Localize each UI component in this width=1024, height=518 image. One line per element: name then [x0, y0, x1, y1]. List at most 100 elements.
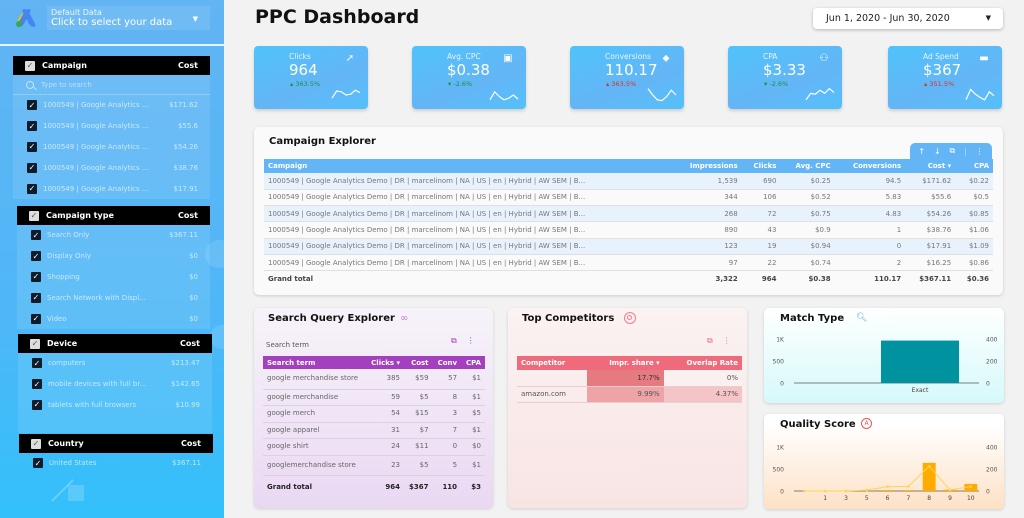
- table-cell: 3: [432, 405, 462, 423]
- table-row[interactable]: google merch 54 $15 3 $5: [263, 405, 485, 423]
- line-point[interactable]: [823, 489, 827, 493]
- select-all-checkbox[interactable]: ✓: [29, 210, 39, 221]
- checkbox-checked[interactable]: ✓: [32, 358, 42, 369]
- column-header[interactable]: Competitor: [517, 356, 587, 370]
- checkbox-checked[interactable]: ✓: [31, 271, 41, 282]
- line-point[interactable]: [886, 485, 889, 488]
- table-row[interactable]: 1000549 | Google Analytics Demo | DR | m…: [264, 221, 993, 239]
- date-range-picker[interactable]: Jun 1, 2020 - Jun 30, 2020 ▼: [813, 8, 1003, 29]
- table-row[interactable]: google apparel 31 $7 7 $1: [263, 422, 485, 439]
- table-cell: 31: [365, 422, 405, 439]
- bar[interactable]: [901, 490, 915, 491]
- kpi-delta-value: 363.5%: [295, 80, 321, 88]
- y-tick-right: 400: [986, 445, 998, 452]
- checkbox-checked[interactable]: ✓: [27, 141, 37, 152]
- table-row[interactable]: 1000549 | Google Analytics Demo | DR | m…: [264, 189, 993, 207]
- line-point[interactable]: [907, 485, 910, 488]
- table-row[interactable]: google merchandise 59 $5 8 $1: [263, 389, 485, 406]
- table-row[interactable]: google merchandise store 385 $59 57 $1: [263, 369, 485, 390]
- sort-ascending-icon[interactable]: ↑: [918, 147, 925, 156]
- filter-option[interactable]: ✓ 1000549 | Google Analytics ... $38.76: [13, 157, 210, 178]
- kpi-value: $3.33: [763, 61, 806, 79]
- column-header[interactable]: CPA: [461, 356, 485, 369]
- filter-option[interactable]: ✓ 1000549 | Google Analytics ... $17.91: [13, 178, 210, 199]
- table-row[interactable]: 1000549 | Google Analytics Demo | DR | m…: [264, 254, 993, 272]
- checkbox-checked[interactable]: ✓: [32, 399, 42, 410]
- checkbox-checked[interactable]: ✓: [27, 121, 37, 132]
- select-all-checkbox[interactable]: ✓: [25, 60, 35, 71]
- table-row[interactable]: 1000549 | Google Analytics Demo | DR | m…: [264, 173, 993, 190]
- column-header[interactable]: Clicks ▾: [365, 356, 405, 369]
- more-options-icon[interactable]: ⋮: [976, 147, 984, 156]
- column-header[interactable]: Conv: [432, 356, 462, 369]
- filter-option[interactable]: ✓ mobile devices with full br... $142.65: [18, 374, 212, 395]
- filter-option-label: United States: [49, 459, 97, 467]
- sort-descending-icon[interactable]: ↓: [934, 147, 941, 156]
- search-placeholder: Type to search: [41, 80, 92, 89]
- column-header[interactable]: Conversions: [834, 159, 906, 173]
- filter-option[interactable]: ✓ Display Only $0: [17, 246, 210, 267]
- bar[interactable]: [881, 340, 959, 383]
- table-row[interactable]: amazon.com 9.99% 4.37%: [517, 386, 742, 403]
- column-header[interactable]: Campaign: [264, 159, 672, 173]
- filter-option-label: tablets with full browsers: [48, 400, 137, 409]
- decor-square: [68, 485, 84, 501]
- filter-option[interactable]: ✓ 1000549 | Google Analytics ... $171.62: [13, 95, 210, 116]
- campaign-search-input[interactable]: Type to search: [13, 75, 210, 95]
- column-header[interactable]: Cost: [404, 356, 433, 369]
- filter-option[interactable]: ✓ Search Only $367.11: [17, 225, 210, 246]
- more-options-icon[interactable]: ⋮: [723, 336, 731, 346]
- column-header[interactable]: Search term: [263, 356, 366, 369]
- data-source-selector[interactable]: Default Data Click to select your data ▼: [12, 6, 210, 30]
- checkbox-checked[interactable]: ✓: [31, 251, 41, 262]
- column-header[interactable]: Impressions: [671, 159, 742, 173]
- filter-option[interactable]: ✓ Shopping $0: [17, 267, 210, 288]
- filter-option[interactable]: ✓ tablets with full browsers $10.99: [18, 395, 212, 416]
- filter-option[interactable]: ✓ United States $367.11: [19, 453, 213, 473]
- checkbox-checked[interactable]: ✓: [31, 292, 41, 303]
- checkbox-checked[interactable]: ✓: [31, 230, 41, 241]
- line-point[interactable]: [969, 485, 973, 488]
- y-tick-left: 1K: [776, 337, 785, 344]
- column-header[interactable]: Avg. CPC: [780, 159, 835, 173]
- select-all-checkbox[interactable]: ✓: [31, 438, 41, 449]
- checkbox-checked[interactable]: ✓: [27, 100, 37, 111]
- export-chart-icon[interactable]: ⧉: [949, 146, 955, 156]
- table-row[interactable]: google shirt 24 $11 0 $0: [263, 438, 485, 456]
- export-chart-icon[interactable]: ⧉: [707, 336, 713, 346]
- checkbox-checked[interactable]: ✓: [32, 379, 42, 390]
- line-point[interactable]: [948, 488, 952, 492]
- filter-option[interactable]: ✓ 1000549 | Google Analytics ... $54.26: [13, 137, 210, 158]
- table-cell: $7: [404, 422, 433, 439]
- column-header[interactable]: CPA: [955, 159, 993, 173]
- checkbox-checked[interactable]: ✓: [27, 162, 37, 173]
- line-point[interactable]: [803, 489, 806, 493]
- filter-option[interactable]: ✓ computers $213.47: [18, 353, 212, 374]
- column-header[interactable]: Overlap Rate: [663, 356, 742, 370]
- column-header[interactable]: Clicks: [741, 159, 781, 173]
- table-row[interactable]: 17.7% 0%: [517, 370, 742, 387]
- filter-option-value: $38.76: [173, 163, 199, 172]
- line-point[interactable]: [844, 489, 848, 493]
- table-row[interactable]: 1000549 | Google Analytics Demo | DR | m…: [264, 205, 993, 223]
- line-point[interactable]: [865, 488, 869, 492]
- more-options-icon[interactable]: ⋮: [467, 336, 475, 346]
- checkbox-checked[interactable]: ✓: [33, 458, 43, 468]
- checkbox-checked[interactable]: ✓: [31, 313, 41, 324]
- column-header[interactable]: Cost ▾: [905, 159, 956, 173]
- search-term-filter-label[interactable]: Search term: [266, 341, 309, 349]
- select-all-checkbox[interactable]: ✓: [30, 338, 40, 349]
- bar[interactable]: [881, 490, 895, 491]
- checkbox-checked[interactable]: ✓: [27, 183, 37, 194]
- filter-option-label: mobile devices with full br...: [48, 380, 147, 389]
- total-cell: $367: [409, 482, 429, 491]
- line-point[interactable]: [927, 464, 931, 468]
- filter-option[interactable]: ✓ Video $0: [17, 308, 210, 329]
- column-header[interactable]: Impr. share ▾: [586, 356, 664, 370]
- binoculars-icon: ∞: [400, 313, 409, 324]
- table-row[interactable]: googlemerchandise store 23 $5 5 $1: [263, 455, 485, 476]
- filter-option[interactable]: ✓ Search Network with Displ... $0: [17, 287, 210, 308]
- export-chart-icon[interactable]: ⧉: [451, 336, 457, 346]
- table-row[interactable]: 1000549 | Google Analytics Demo | DR | m…: [264, 238, 993, 255]
- filter-option[interactable]: ✓ 1000549 | Google Analytics ... $55.6: [13, 116, 210, 137]
